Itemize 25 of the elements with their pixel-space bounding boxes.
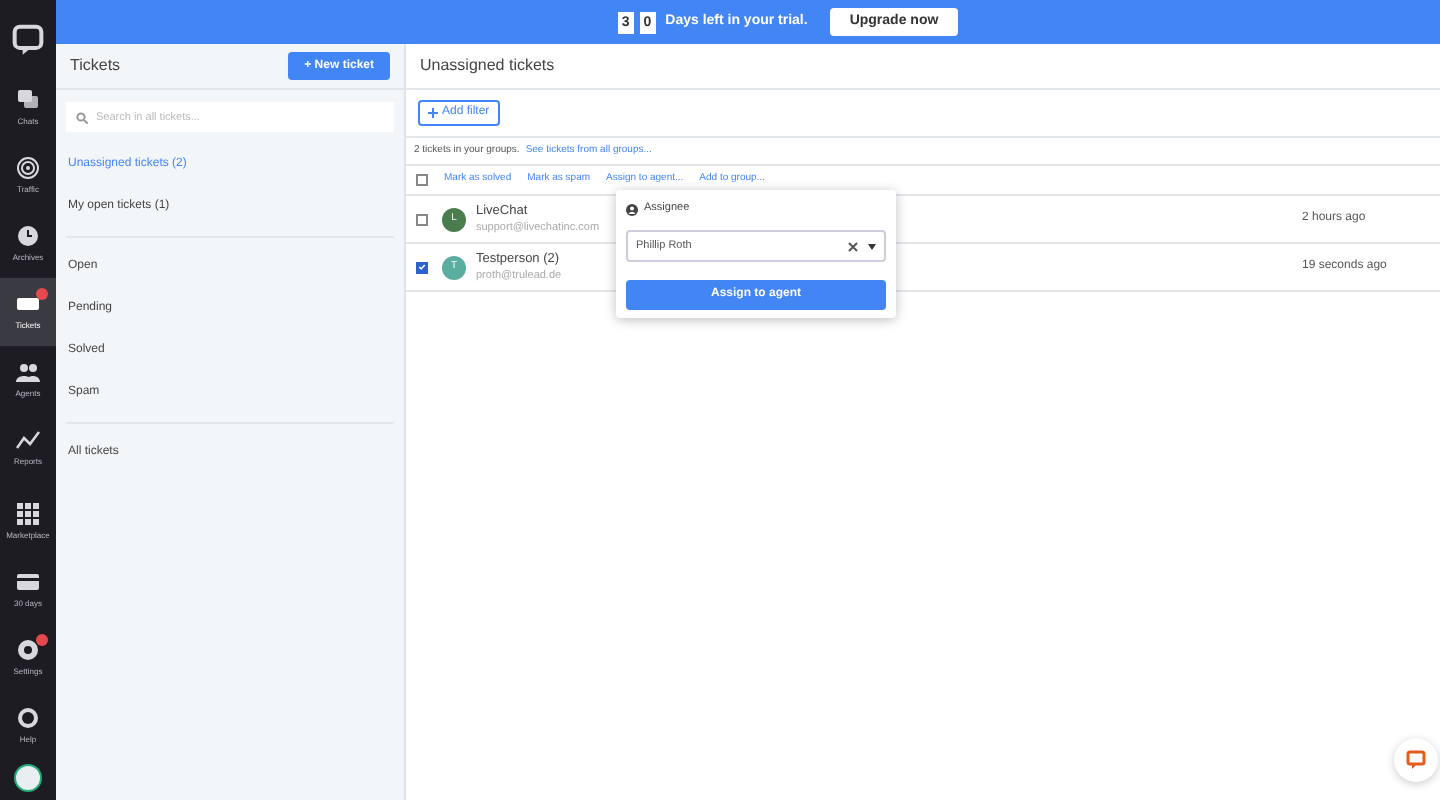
people-icon: [16, 360, 40, 384]
settings-icon: [16, 638, 40, 662]
clock-icon: [16, 224, 40, 248]
page-title: Unassigned tickets: [420, 54, 555, 78]
help-icon: [16, 706, 40, 730]
chat-bubble-icon: [12, 24, 44, 56]
select-all-checkbox[interactable]: [416, 174, 428, 186]
radar-icon: [16, 156, 40, 180]
card-icon: [16, 570, 40, 594]
row-checkbox[interactable]: [416, 261, 428, 273]
search-icon: [76, 111, 88, 123]
grid-icon: [16, 502, 40, 526]
check-icon: [418, 262, 426, 272]
avatar[interactable]: [14, 764, 42, 792]
panel-title: Tickets: [70, 54, 121, 78]
caret-icon: [868, 243, 876, 249]
user-icon: [626, 203, 638, 215]
line-chart-icon: [16, 428, 40, 452]
clear-icon[interactable]: [848, 241, 858, 251]
ticket-icon: [16, 292, 40, 316]
row-checkbox[interactable]: [416, 213, 428, 225]
chat-bubbles-icon: [16, 88, 40, 112]
plus-icon: [428, 108, 438, 118]
chat-bubble-icon: [1406, 750, 1426, 770]
chat-widget-button[interactable]: [1394, 738, 1438, 782]
